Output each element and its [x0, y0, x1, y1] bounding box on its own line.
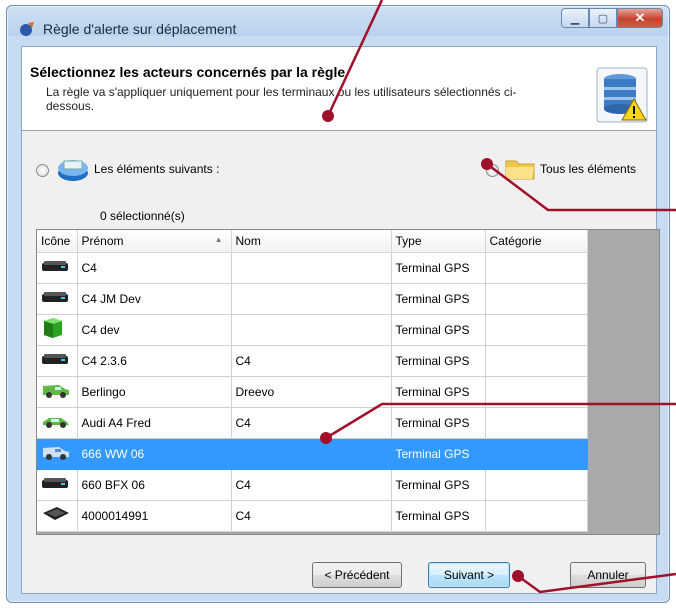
nom-cell: C4 [231, 345, 392, 377]
column-header-prenom-label: Prénom [81, 233, 124, 248]
maximize-icon: ▢ [597, 12, 609, 25]
row-icon-cell [37, 407, 78, 439]
row-icon-cell [37, 345, 78, 377]
window-title: Règle d'alerte sur déplacement [43, 21, 237, 37]
green-van-icon [41, 381, 77, 402]
categorie-cell [485, 283, 588, 315]
gps-terminal-icon [41, 289, 77, 308]
column-header-icone[interactable]: Icône [37, 230, 78, 253]
database-warning-icon [596, 67, 648, 123]
actors-table: Icône Prénom ▲ Nom Type Catégorie C4 Termi… [37, 230, 588, 532]
row-icon-cell [37, 469, 78, 501]
prenom-cell: Audi A4 Fred [77, 407, 232, 439]
blue-van-icon [41, 443, 77, 464]
close-icon: ✕ [634, 10, 646, 25]
wizard-header: Sélectionnez les acteurs concernés par l… [22, 47, 656, 131]
app-icon [20, 22, 34, 36]
cancel-button[interactable]: Annuler [570, 562, 646, 588]
row-icon-cell [37, 438, 78, 470]
all-elements-label: Tous les éléments [540, 162, 637, 176]
table-row[interactable]: 666 WW 06 Terminal GPS [37, 438, 588, 470]
row-icon-cell [37, 252, 78, 284]
categorie-cell [485, 314, 588, 346]
table-row[interactable]: C4 JM Dev Terminal GPS [37, 283, 588, 315]
column-header-nom[interactable]: Nom [231, 230, 392, 253]
type-cell: Terminal GPS [391, 407, 486, 439]
categorie-cell [485, 469, 588, 501]
table-row[interactable]: Audi A4 Fred C4 Terminal GPS [37, 407, 588, 439]
selection-icon [58, 160, 88, 181]
prenom-cell: C4 JM Dev [77, 283, 232, 315]
nom-cell [231, 283, 392, 315]
categorie-cell [485, 500, 588, 532]
type-cell: Terminal GPS [391, 283, 486, 315]
nom-cell: C4 [231, 500, 392, 532]
sort-ascending-icon: ▲ [214, 235, 223, 244]
table-row[interactable]: 660 BFX 06 C4 Terminal GPS [37, 469, 588, 501]
prenom-cell: C4 dev [77, 314, 232, 346]
prenom-cell: Berlingo [77, 376, 232, 408]
prenom-cell: 660 BFX 06 [77, 469, 232, 501]
gps-terminal-icon [41, 475, 77, 494]
header-description: La règle va s'appliquer uniquement pour … [46, 85, 517, 113]
column-header-categorie[interactable]: Catégorie [485, 230, 588, 253]
nom-cell [231, 314, 392, 346]
categorie-cell [485, 376, 588, 408]
nom-cell: C4 [231, 469, 392, 501]
nom-cell: Dreevo [231, 376, 392, 408]
row-icon-cell [37, 500, 78, 532]
following-elements-label: Les éléments suivants : [94, 162, 220, 176]
previous-button[interactable]: < Précédent [312, 562, 402, 588]
header-title: Sélectionnez les acteurs concernés par l… [30, 64, 346, 80]
folder-icon [505, 160, 535, 180]
gps-terminal-icon [41, 351, 77, 370]
table-row[interactable]: C4 2.3.6 C4 Terminal GPS [37, 345, 588, 377]
dialog-content: Sélectionnez les acteurs concernés par l… [21, 46, 660, 594]
row-icon-cell [37, 314, 78, 346]
window-controls: ▁ ▢ ✕ [561, 8, 663, 30]
prenom-cell: C4 2.3.6 [77, 345, 232, 377]
gps-device-icon [41, 505, 77, 526]
column-header-prenom[interactable]: Prénom ▲ [77, 230, 232, 253]
type-cell: Terminal GPS [391, 314, 486, 346]
row-icon-cell [37, 376, 78, 408]
title-bar[interactable]: Règle d'alerte sur déplacement ▁ ▢ ✕ [7, 6, 669, 46]
next-button[interactable]: Suivant > [428, 562, 510, 588]
nom-cell [231, 252, 392, 284]
type-cell: Terminal GPS [391, 469, 486, 501]
type-cell: Terminal GPS [391, 252, 486, 284]
gps-terminal-icon [41, 258, 77, 277]
table-row[interactable]: C4 Terminal GPS [37, 252, 588, 284]
minimize-icon: ▁ [570, 12, 580, 25]
following-elements-radio[interactable] [36, 164, 49, 177]
categorie-cell [485, 438, 588, 470]
row-icon-cell [37, 283, 78, 315]
column-header-type[interactable]: Type [391, 230, 486, 253]
categorie-cell [485, 407, 588, 439]
categorie-cell [485, 252, 588, 284]
prenom-cell: 666 WW 06 [77, 438, 232, 470]
categorie-cell [485, 345, 588, 377]
table-row[interactable]: 4000014991 C4 Terminal GPS [37, 500, 588, 532]
selected-count: 0 sélectionné(s) [100, 209, 185, 223]
green-box-icon [41, 316, 77, 343]
prenom-cell: C4 [77, 252, 232, 284]
nom-cell [231, 438, 392, 470]
table-row[interactable]: C4 dev Terminal GPS [37, 314, 588, 346]
green-car-icon [41, 413, 77, 432]
type-cell: Terminal GPS [391, 345, 486, 377]
maximize-button[interactable]: ▢ [589, 8, 617, 28]
actors-grid[interactable]: Icône Prénom ▲ Nom Type Catégorie C4 Termi… [36, 229, 660, 535]
nom-cell: C4 [231, 407, 392, 439]
type-cell: Terminal GPS [391, 438, 486, 470]
close-button[interactable]: ✕ [617, 8, 663, 28]
minimize-button[interactable]: ▁ [561, 8, 589, 28]
table-row[interactable]: Berlingo Dreevo Terminal GPS [37, 376, 588, 408]
dialog-window: Règle d'alerte sur déplacement ▁ ▢ ✕ Sél… [6, 5, 670, 603]
all-elements-radio[interactable] [486, 164, 499, 177]
table-header-row: Icône Prénom ▲ Nom Type Catégorie [37, 230, 588, 253]
type-cell: Terminal GPS [391, 500, 486, 532]
prenom-cell: 4000014991 [77, 500, 232, 532]
type-cell: Terminal GPS [391, 376, 486, 408]
